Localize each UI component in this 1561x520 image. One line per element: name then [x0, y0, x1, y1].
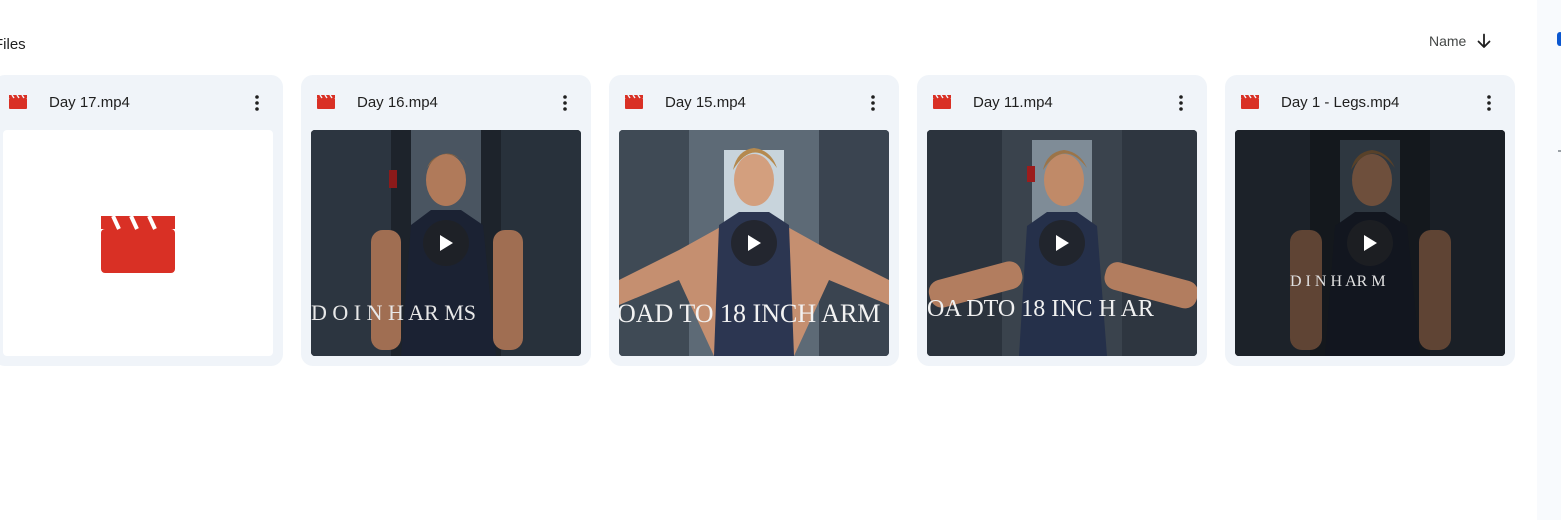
file-name: Day 15.mp4 — [665, 94, 746, 111]
video-title-overlay: OA DTO 18 INC H AR — [927, 296, 1154, 322]
more-actions-button[interactable] — [861, 91, 885, 115]
file-card-header: Day 15.mp4 — [609, 75, 899, 131]
more-actions-button[interactable] — [1477, 91, 1501, 115]
video-file-icon — [8, 94, 28, 115]
files-section-title: Files — [0, 36, 26, 53]
file-name: Day 11.mp4 — [973, 94, 1053, 111]
file-card[interactable]: Day 17.mp4 — [0, 75, 283, 366]
video-title-overlay: D I N H AR M — [1290, 273, 1386, 290]
video-file-icon — [932, 94, 952, 115]
arrow-down-icon — [1476, 33, 1492, 49]
video-thumbnail[interactable]: OAD TO 18 INCH ARM — [619, 130, 889, 356]
file-thumbnail[interactable] — [3, 130, 273, 356]
play-button[interactable] — [731, 220, 777, 266]
video-file-icon — [316, 94, 336, 115]
file-name: Day 16.mp4 — [357, 94, 438, 111]
play-button[interactable] — [1039, 220, 1085, 266]
play-button[interactable] — [423, 220, 469, 266]
video-file-icon — [624, 94, 644, 115]
file-card-header: Day 11.mp4 — [917, 75, 1207, 131]
video-thumbnail[interactable]: D O I N H AR MS — [311, 130, 581, 356]
file-name: Day 17.mp4 — [49, 94, 130, 111]
video-thumbnail[interactable]: D I N H AR M — [1235, 130, 1505, 356]
file-card[interactable]: Day 15.mp4 OAD TO 18 INCH ARM — [609, 75, 899, 366]
video-title-overlay: OAD TO 18 INCH ARM — [619, 299, 880, 328]
video-file-icon — [1240, 94, 1260, 115]
more-actions-button[interactable] — [245, 91, 269, 115]
side-panel-indicator[interactable] — [1557, 32, 1561, 46]
sort-label: Name — [1429, 33, 1467, 49]
file-card-header: Day 1 - Legs.mp4 — [1225, 75, 1515, 131]
file-name: Day 1 - Legs.mp4 — [1281, 94, 1400, 111]
sort-by-name-button[interactable]: Name — [1429, 31, 1492, 51]
more-actions-button[interactable] — [1169, 91, 1193, 115]
right-side-panel — [1537, 0, 1561, 520]
video-title-overlay: D O I N H AR MS — [311, 300, 476, 325]
play-button[interactable] — [1347, 220, 1393, 266]
file-card-header: Day 17.mp4 — [0, 75, 283, 131]
file-card-header: Day 16.mp4 — [301, 75, 591, 131]
video-placeholder-icon — [101, 215, 175, 278]
more-actions-button[interactable] — [553, 91, 577, 115]
video-thumbnail[interactable]: OA DTO 18 INC H AR — [927, 130, 1197, 356]
file-card[interactable]: Day 11.mp4 OA DTO 18 INC H AR — [917, 75, 1207, 366]
file-card[interactable]: Day 1 - Legs.mp4 D I N H AR M — [1225, 75, 1515, 366]
file-card[interactable]: Day 16.mp4 D O I N H AR MS — [301, 75, 591, 366]
